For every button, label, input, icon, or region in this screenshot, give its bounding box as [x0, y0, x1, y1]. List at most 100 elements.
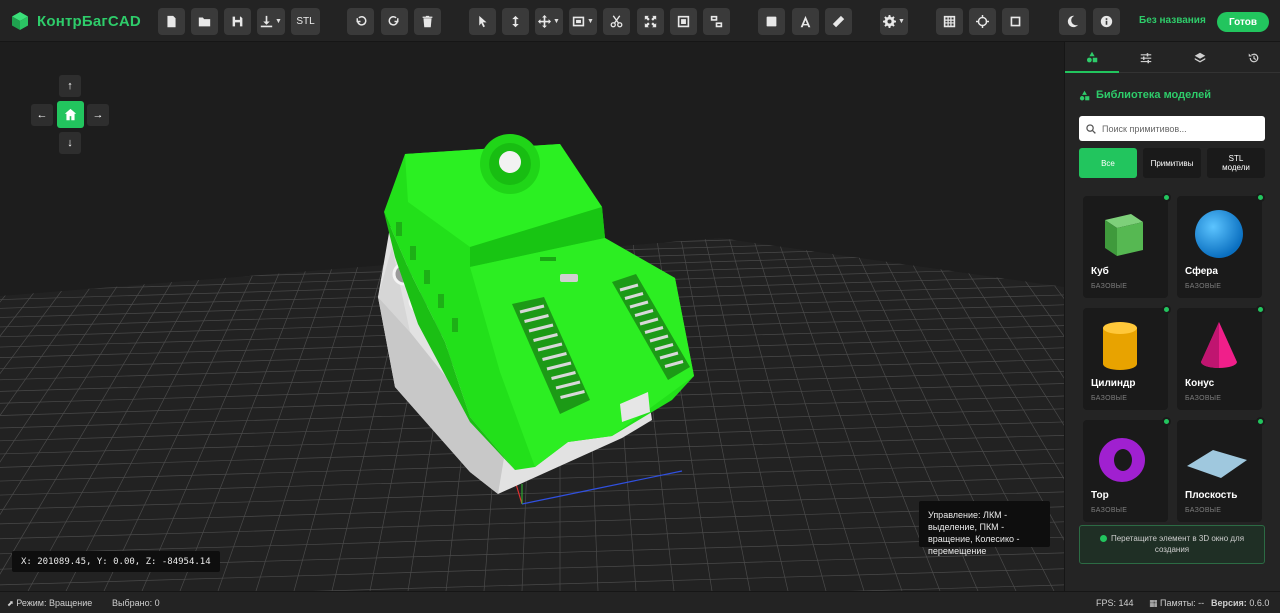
download-button[interactable]: ▼	[257, 8, 285, 35]
arrow-left-icon: ←	[36, 109, 48, 121]
library-item-torus[interactable]: Тор БАЗОВЫЕ	[1083, 417, 1171, 522]
export-stl-button[interactable]: STL	[291, 8, 320, 35]
home-icon	[64, 108, 77, 121]
tab-library[interactable]	[1065, 42, 1119, 73]
chevron-down-icon: ▼	[553, 18, 560, 25]
selected-count: Выбрано: 0	[112, 598, 160, 608]
group-button[interactable]	[670, 8, 697, 35]
version-number: 0.6.0	[1249, 598, 1270, 608]
3d-viewport[interactable]: ↑ ← → ↓ Управление: ЛКМ - выделение, ПКМ…	[0, 42, 1064, 591]
ruler-icon	[832, 15, 845, 28]
mode-indicator: ⬈ Режим: Вращение	[7, 598, 92, 608]
library-item-plane[interactable]: Плоскость БАЗОВЫЕ	[1177, 417, 1265, 522]
library-item-cylinder[interactable]: Цилиндр БАЗОВЫЕ	[1083, 305, 1171, 410]
item-status-dot	[1162, 193, 1171, 202]
move-vertical-button[interactable]	[502, 8, 529, 35]
open-button[interactable]	[191, 8, 218, 35]
done-button[interactable]: Готов	[1217, 12, 1269, 32]
item-category: БАЗОВЫЕ	[1185, 395, 1222, 402]
home-view-button[interactable]	[57, 101, 84, 128]
grid-toggle-button[interactable]	[936, 8, 963, 35]
undo-button[interactable]	[347, 8, 374, 35]
transform-icon	[572, 16, 585, 27]
item-status-dot	[1256, 193, 1265, 202]
arrow-up-icon: ↑	[67, 80, 73, 92]
info-dot-icon	[1099, 535, 1107, 543]
export-stl-label: STL	[296, 16, 315, 27]
item-status-dot	[1162, 305, 1171, 314]
solid-view-button[interactable]	[758, 8, 785, 35]
pan-down-button[interactable]: ↓	[59, 132, 81, 154]
pan-up-button[interactable]: ↑	[59, 75, 81, 97]
new-file-icon	[167, 15, 176, 28]
status-bar: ⬈ Режим: Вращение Выбрано: 0 FPS: 144 ▦ …	[0, 591, 1280, 613]
cylinder-icon	[1103, 322, 1137, 370]
drag-tip-text: Перетащите элемент в 3D окно для создани…	[1110, 534, 1245, 554]
snap-button[interactable]	[969, 8, 996, 35]
delete-button[interactable]	[414, 8, 441, 35]
save-button[interactable]	[224, 8, 251, 35]
arrow-down-icon: ↓	[67, 137, 73, 149]
pan-right-button[interactable]: →	[87, 104, 109, 126]
filter-primitives[interactable]: Примитивы	[1143, 148, 1201, 178]
item-category: БАЗОВЫЕ	[1185, 507, 1222, 514]
dark-mode-button[interactable]	[1059, 8, 1086, 35]
dark-mode-icon	[1067, 15, 1079, 28]
arrow-right-icon: →	[92, 109, 104, 121]
item-status-dot	[1256, 305, 1265, 314]
transform-button[interactable]: ▼	[569, 8, 597, 35]
controls-hint: Управление: ЛКМ - выделение, ПКМ - враще…	[919, 501, 1050, 556]
filter-all[interactable]: Все	[1079, 148, 1137, 178]
sliders-icon	[1140, 52, 1152, 63]
fit-view-button[interactable]	[637, 8, 664, 35]
item-category: БАЗОВЫЕ	[1091, 283, 1128, 290]
ruler-button[interactable]	[825, 8, 852, 35]
item-category: БАЗОВЫЕ	[1091, 507, 1128, 514]
library-item-sphere[interactable]: Сфера БАЗОВЫЕ	[1177, 193, 1265, 298]
3d-scene[interactable]	[0, 42, 1064, 591]
frame-button[interactable]	[1002, 8, 1029, 35]
item-name: Куб	[1091, 266, 1109, 277]
fit-view-icon	[644, 15, 657, 28]
library-item-cube[interactable]: Куб БАЗОВЫЕ	[1083, 193, 1171, 298]
filter-stl-models[interactable]: STL модели	[1207, 148, 1265, 178]
memory-indicator: ▦ Памяты: --	[1149, 598, 1204, 609]
torus-icon	[1099, 438, 1145, 482]
tab-layers[interactable]	[1173, 42, 1227, 73]
cone-icon	[1201, 322, 1237, 368]
wireframe-icon	[800, 15, 811, 28]
redo-button[interactable]	[381, 8, 408, 35]
search-icon	[1086, 123, 1096, 134]
move-cross-icon	[538, 15, 552, 28]
shapes-icon	[1086, 51, 1098, 62]
download-icon	[260, 15, 273, 28]
item-status-dot	[1162, 417, 1171, 426]
ungroup-button[interactable]	[703, 8, 730, 35]
primitive-search[interactable]	[1079, 116, 1265, 141]
move-button[interactable]: ▼	[535, 8, 563, 35]
library-title-text: Библиотека моделей	[1096, 89, 1211, 101]
info-icon	[1100, 15, 1113, 28]
wireframe-button[interactable]	[792, 8, 819, 35]
tab-history[interactable]	[1227, 42, 1280, 73]
library-item-cone[interactable]: Конус БАЗОВЫЕ	[1177, 305, 1265, 410]
settings-button[interactable]: ▼	[880, 8, 908, 35]
item-name: Цилиндр	[1091, 378, 1136, 389]
app-logo[interactable]: КонтрБагCAD	[10, 11, 141, 31]
tab-properties[interactable]	[1119, 42, 1173, 73]
logo-cube-icon	[12, 12, 28, 30]
mode-text: Режим: Вращение	[16, 598, 93, 608]
pan-left-button[interactable]: ←	[31, 104, 53, 126]
project-name[interactable]: Без названия	[1139, 15, 1206, 26]
solid-view-icon	[766, 16, 777, 27]
plane-icon	[1187, 450, 1247, 478]
cut-button[interactable]	[603, 8, 630, 35]
open-folder-icon	[198, 17, 211, 27]
fps-counter: FPS: 144	[1096, 598, 1134, 608]
select-tool-button[interactable]	[469, 8, 496, 35]
info-button[interactable]	[1093, 8, 1120, 35]
frame-icon	[1010, 16, 1021, 27]
new-file-button[interactable]	[158, 8, 185, 35]
search-input[interactable]	[1102, 123, 1252, 134]
cube-icon	[1105, 214, 1143, 256]
